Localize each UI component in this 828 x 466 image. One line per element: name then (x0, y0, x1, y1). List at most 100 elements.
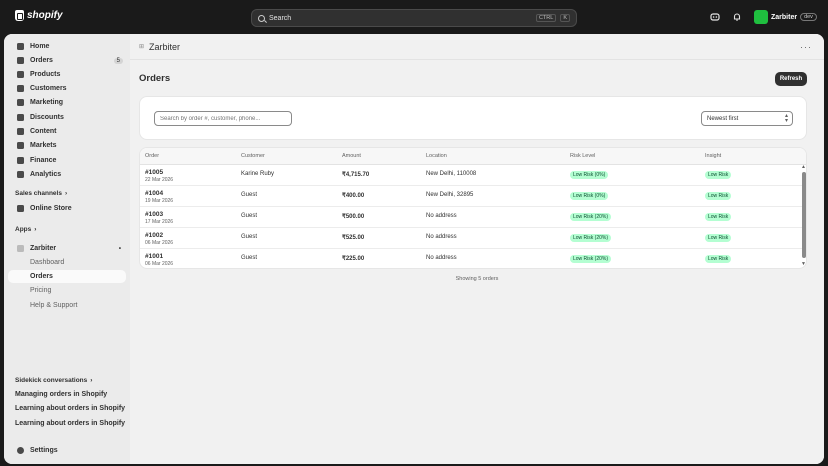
insight-badge: Low Risk (705, 192, 732, 200)
sidebar-item-markets[interactable]: Markets (8, 139, 126, 152)
sidebar-item-label: Orders (30, 57, 53, 64)
sidebar-item-label: Home (30, 43, 50, 50)
table-row[interactable]: #1003 17 Mar 2026 Guest ₹500.00 No addre… (140, 207, 806, 228)
chevron-right-icon: › (90, 377, 93, 384)
order-date: 17 Mar 2026 (145, 219, 174, 225)
more-options-icon[interactable]: ··· (800, 42, 812, 52)
globe-icon (17, 142, 24, 149)
order-number[interactable]: #1001 (145, 253, 163, 260)
person-icon (17, 85, 24, 92)
sidekick-label: Sidekick conversations (15, 377, 88, 384)
sidebar-item-label: Content (30, 128, 57, 135)
sidebar-item-label: Online Store (30, 205, 72, 212)
sidebar-item-home[interactable]: Home (8, 40, 126, 53)
order-date: 22 Mar 2026 (145, 177, 174, 183)
risk-badge: Low Risk (0%) (570, 171, 609, 179)
store-switcher[interactable]: Zarbiter dev (754, 10, 817, 24)
sidekick-header[interactable]: Sidekick conversations › (15, 377, 92, 384)
risk-badge: Low Risk (20%) (570, 213, 612, 221)
global-search[interactable]: Search CTRL K (251, 9, 577, 27)
app-icon: ⊞ (139, 44, 145, 50)
order-number[interactable]: #1003 (145, 211, 163, 218)
insight-badge: Low Risk (705, 234, 732, 242)
order-location: New Delhi, 110008 (426, 171, 477, 177)
order-search-input[interactable] (154, 111, 292, 126)
tag-icon (17, 71, 24, 78)
order-amount: ₹525.00 (342, 235, 365, 241)
sidebar-item-discounts[interactable]: Discounts (8, 111, 126, 124)
table-row[interactable]: #1005 22 Mar 2026 Karine Ruby ₹4,715.70 … (140, 165, 806, 186)
sales-channels-label: Sales channels (15, 190, 62, 197)
column-header-insight: Insight (705, 153, 722, 159)
apps-header[interactable]: Apps › (15, 226, 36, 233)
conversation-item[interactable]: Learning about orders in Shopify (15, 405, 125, 412)
top-bar: shopify Search CTRL K Zarbiter dev (0, 0, 828, 34)
orders-count-badge: 5 (113, 57, 123, 64)
order-number[interactable]: #1004 (145, 190, 163, 197)
order-location: No address (426, 255, 457, 261)
insight-badge: Low Risk (705, 213, 732, 221)
orders-table: Order Customer Amount Location Risk Leve… (139, 147, 807, 269)
global-search-placeholder: Search (269, 14, 292, 22)
sidebar-item-label: Settings (30, 447, 58, 454)
sidebar-item-customers[interactable]: Customers (8, 82, 126, 95)
sidebar-item-settings[interactable]: Settings (8, 444, 126, 457)
risk-badge: Low Risk (20%) (570, 255, 612, 263)
table-row[interactable]: #1002 06 Mar 2026 Guest ₹525.00 No addre… (140, 228, 806, 249)
column-header-location: Location (426, 153, 447, 159)
search-icon (258, 14, 265, 22)
order-date: 06 Mar 2026 (145, 261, 174, 267)
bell-icon[interactable] (732, 12, 742, 22)
sidebar-subitem-dashboard[interactable]: Dashboard (8, 256, 126, 269)
sidebar-item-label: Analytics (30, 171, 62, 178)
column-header-order: Order (145, 153, 160, 159)
sidebar-item-products[interactable]: Products (8, 68, 126, 81)
chevron-right-icon: › (34, 226, 37, 233)
order-number[interactable]: #1002 (145, 232, 163, 239)
insight-badge: Low Risk (705, 171, 732, 179)
sidebar-item-orders[interactable]: Orders 5 (8, 54, 126, 67)
order-date: 06 Mar 2026 (145, 240, 174, 246)
order-number[interactable]: #1005 (145, 169, 163, 176)
content-icon (17, 128, 24, 135)
table-scrollbar[interactable] (802, 172, 806, 258)
chart-icon (17, 171, 24, 178)
page-title: Orders (139, 73, 171, 84)
results-count: Showing 5 orders (455, 276, 499, 282)
pin-icon[interactable]: • (119, 246, 121, 252)
dev-badge: dev (800, 13, 817, 21)
sidebar-item-online-store[interactable]: Online Store (8, 202, 126, 215)
scroll-down-arrow[interactable]: ▼ (801, 261, 806, 267)
conversation-item[interactable]: Learning about orders in Shopify (15, 420, 125, 427)
top-right-controls: Zarbiter dev (710, 10, 817, 24)
risk-badge: Low Risk (0%) (570, 192, 609, 200)
table-row[interactable]: #1001 06 Mar 2026 Guest ₹225.00 No addre… (140, 249, 806, 268)
order-customer: Guest (241, 234, 258, 240)
sidebar-item-content[interactable]: Content (8, 125, 126, 138)
table-header: Order Customer Amount Location Risk Leve… (140, 148, 806, 165)
sidebar-item-analytics[interactable]: Analytics (8, 168, 126, 181)
sidebar-item-label: Discounts (30, 114, 64, 121)
column-header-customer: Customer (241, 153, 265, 159)
refresh-button[interactable]: Refresh (775, 72, 807, 86)
sidebar-subitem-orders[interactable]: Orders (8, 270, 126, 283)
sidebar-subitem-help[interactable]: Help & Support (8, 299, 126, 312)
sidekick-icon[interactable] (710, 12, 720, 22)
order-location: No address (426, 234, 457, 240)
sidebar-item-label: Finance (30, 157, 57, 164)
scroll-up-arrow[interactable]: ▲ (801, 164, 806, 170)
table-row[interactable]: #1004 19 Mar 2026 Guest ₹400.00 New Delh… (140, 186, 806, 207)
shortcut-key-ctrl: CTRL (535, 14, 557, 22)
conversation-item[interactable]: Managing orders in Shopify (15, 391, 107, 398)
sidebar-item-label: Customers (30, 85, 67, 92)
shopify-logo[interactable]: shopify (15, 10, 63, 21)
sales-channels-header[interactable]: Sales channels › (15, 190, 67, 197)
sort-select[interactable]: Newest first ▴ ▾ (701, 111, 793, 126)
sidebar-subitem-pricing[interactable]: Pricing (8, 284, 126, 297)
order-amount: ₹4,715.70 (342, 172, 370, 178)
order-customer: Karine Ruby (241, 171, 275, 177)
sidebar-item-finance[interactable]: Finance (8, 154, 126, 167)
order-amount: ₹225.00 (342, 256, 365, 262)
sidebar-item-marketing[interactable]: Marketing (8, 96, 126, 109)
sidebar-item-app-zarbiter[interactable]: Zarbiter • (8, 242, 126, 255)
